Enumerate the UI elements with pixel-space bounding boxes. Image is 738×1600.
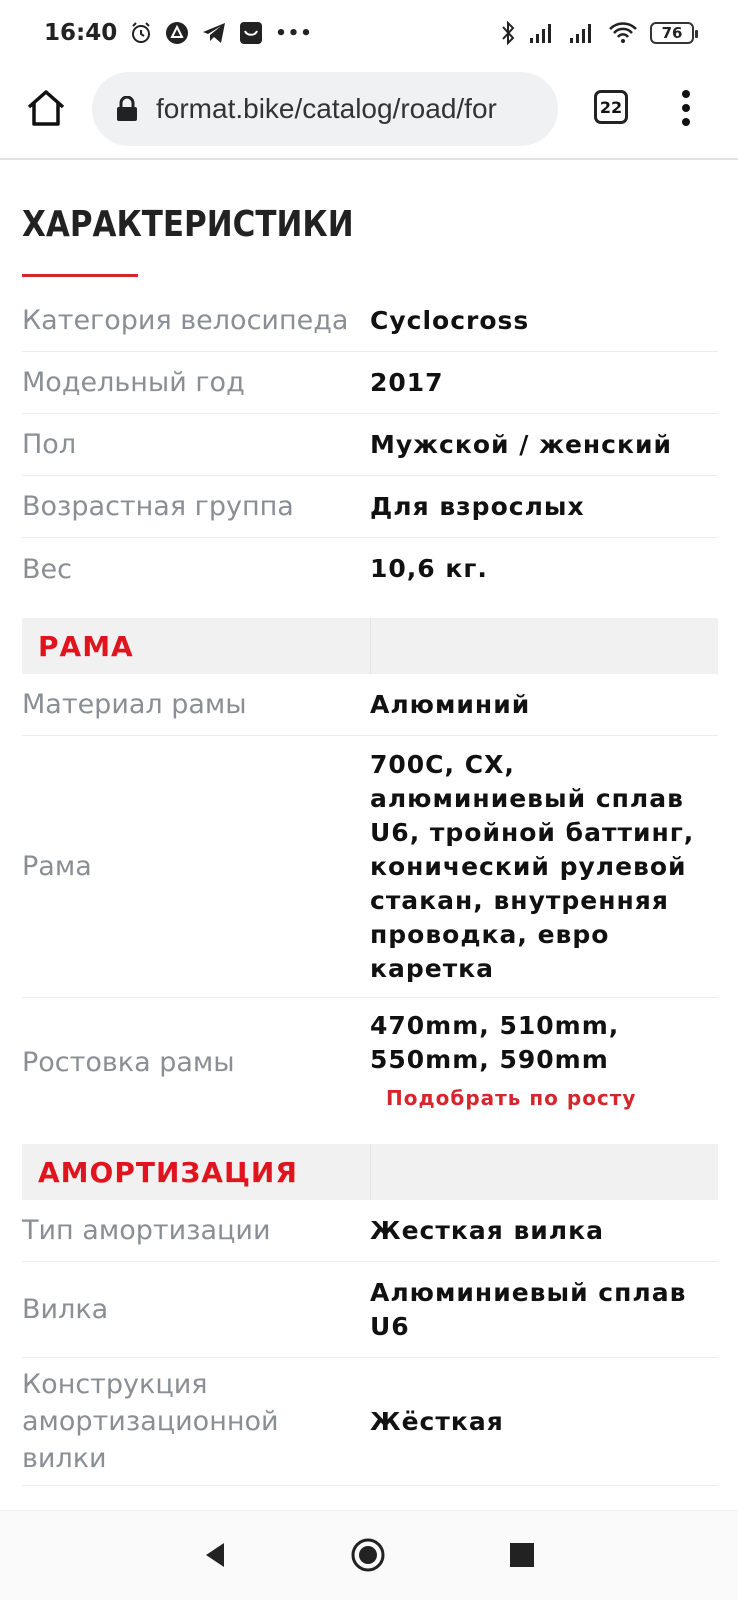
battery-icon: 76	[650, 22, 698, 44]
home-icon[interactable]	[24, 86, 68, 130]
title-underline	[22, 274, 138, 277]
signal-icon	[528, 22, 556, 44]
spec-label: Модельный год	[22, 367, 245, 398]
spec-value: 10,6 кг.	[370, 554, 488, 583]
spec-row: Модельный год 2017	[22, 352, 718, 414]
tab-count: 22	[599, 97, 623, 117]
spec-value: Для взрослых	[370, 491, 585, 521]
spec-value: 2017	[370, 367, 444, 397]
spec-row: Вес 10,6 кг.	[22, 538, 718, 600]
spec-label: Вилка	[22, 1294, 109, 1325]
spec-value: 700С, CX, алюминиевый сплав U6, тройной …	[370, 749, 695, 983]
more-vert-icon[interactable]	[676, 86, 696, 130]
section-title: АМОРТИЗАЦИЯ	[38, 1155, 298, 1189]
mail-app-icon	[239, 21, 263, 45]
spec-value: 470mm, 510mm, 550mm, 590mm	[370, 1011, 620, 1074]
spec-row: Тип амортизации Жесткая вилка	[22, 1200, 718, 1262]
size-picker-link[interactable]: Подобрать по росту	[386, 1081, 718, 1115]
spec-label: Категория велосипеда	[22, 305, 349, 336]
spec-row: Категория велосипеда Cyclocross	[22, 290, 718, 352]
spec-row: Пол Мужской / женский	[22, 414, 718, 476]
page-title: ХАРАКТЕРИСТИКИ	[22, 204, 354, 245]
spec-value: Мужской / женский	[370, 429, 672, 459]
specs-table: Категория велосипеда Cyclocross Модельны…	[22, 290, 718, 1486]
tab-switcher-button[interactable]: 22	[594, 90, 628, 124]
spec-row: Возрастная группа Для взрослых	[22, 476, 718, 538]
spec-label: Рама	[22, 851, 92, 882]
browser-toolbar: format.bike/catalog/road/for 22	[0, 66, 738, 160]
status-time: 16:40	[44, 20, 118, 46]
section-header-suspension: АМОРТИЗАЦИЯ	[22, 1144, 718, 1200]
signal-icon-2	[568, 22, 596, 44]
spec-row: Вилка Алюминиевый сплав U6	[22, 1262, 718, 1358]
spec-label: Тип амортизации	[22, 1215, 271, 1246]
spec-value: Алюминий	[370, 689, 531, 719]
spec-label: Вес	[22, 553, 72, 585]
spec-label: Конструкция амортизационной вилки	[22, 1369, 279, 1474]
spec-value: Жёсткая	[370, 1406, 504, 1436]
recents-icon[interactable]	[504, 1537, 540, 1573]
wifi-icon	[608, 21, 638, 45]
spec-value: Жесткая вилка	[370, 1215, 604, 1245]
spec-row: Ростовка рамы 470mm, 510mm, 550mm, 590mm…	[22, 998, 718, 1126]
spec-label: Материал рамы	[22, 689, 247, 720]
spec-row: Конструкция амортизационной вилки Жёстка…	[22, 1358, 718, 1486]
spec-label: Ростовка рамы	[22, 1046, 235, 1078]
back-icon[interactable]	[198, 1537, 234, 1573]
drive-icon	[165, 21, 189, 45]
address-bar[interactable]: format.bike/catalog/road/for	[92, 72, 558, 146]
spec-row: Материал рамы Алюминий	[22, 674, 718, 736]
telegram-icon	[201, 21, 227, 45]
bluetooth-icon	[500, 20, 516, 46]
alarm-icon	[129, 21, 153, 45]
spec-value: Алюминиевый сплав U6	[370, 1277, 687, 1341]
spec-value: Cyclocross	[370, 305, 530, 335]
spec-label: Пол	[22, 429, 77, 460]
status-bar: 16:40 ••• 76	[0, 0, 738, 66]
more-notifications-icon: •••	[275, 22, 313, 44]
home-circle-icon[interactable]	[350, 1537, 386, 1573]
section-header-frame: РАМА	[22, 618, 718, 674]
spec-value-group: 470mm, 510mm, 550mm, 590mm Подобрать по …	[370, 1009, 718, 1115]
system-nav-bar	[0, 1510, 738, 1600]
lock-icon	[116, 95, 138, 122]
section-title: РАМА	[38, 629, 134, 663]
url-text[interactable]: format.bike/catalog/road/for	[156, 93, 497, 125]
spec-label: Возрастная группа	[22, 491, 294, 522]
spec-row: Рама 700С, CX, алюминиевый сплав U6, тро…	[22, 736, 718, 998]
